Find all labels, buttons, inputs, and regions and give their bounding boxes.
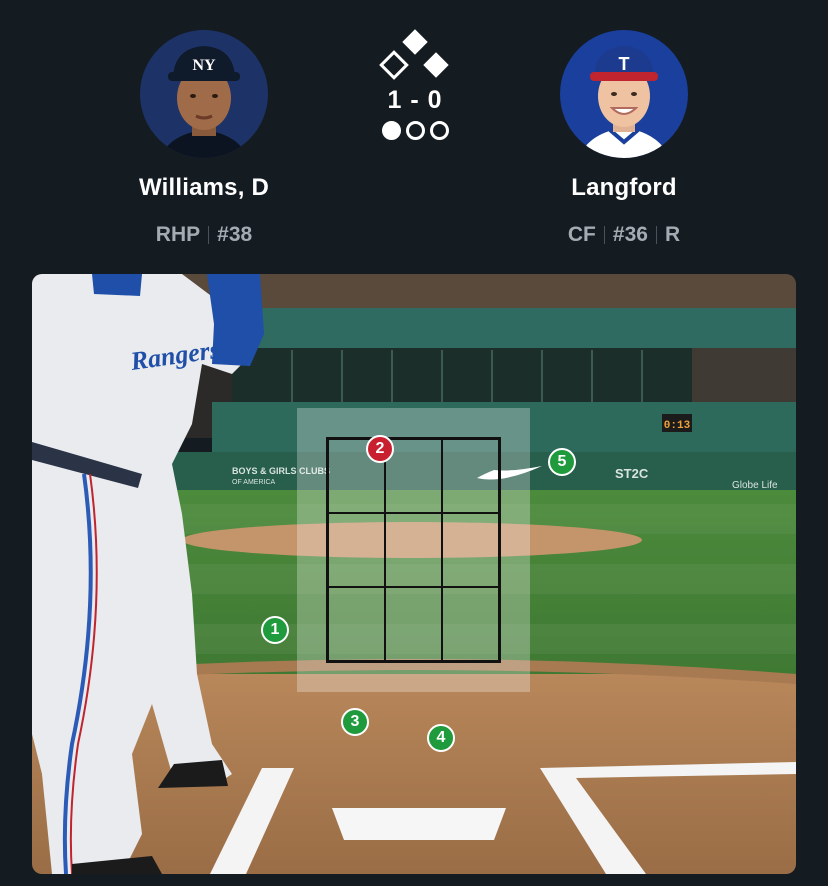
home-plate (332, 808, 506, 840)
game-state: 1 - 0 (360, 28, 470, 140)
pitch-marker-2[interactable]: 2 (366, 435, 394, 463)
pitch-marker-5[interactable]: 5 (548, 448, 576, 476)
meta-divider (603, 226, 605, 244)
batter-meta: CF #36 R (514, 223, 734, 247)
out-dot (429, 121, 449, 140)
third-base (379, 50, 409, 80)
outs-indicator (360, 121, 470, 140)
batter-card[interactable]: T Langford CF #36 R (514, 30, 734, 247)
yankees-logo: NY (192, 57, 216, 74)
batter-name: Langford (571, 174, 677, 201)
batter-position: CF (567, 223, 596, 246)
pitcher-position: RHP (155, 223, 201, 246)
zone-cell (328, 513, 385, 587)
pitcher-card[interactable]: NY Williams, D RHP #38 (94, 30, 314, 247)
svg-text:OF AMERICA: OF AMERICA (232, 479, 276, 486)
svg-text:Globe Life: Globe Life (732, 480, 778, 491)
pitcher-number: #38 (217, 223, 253, 246)
base-diamond-icon (379, 29, 449, 80)
batter-handedness: R (664, 223, 681, 246)
pitch-marker-3[interactable]: 3 (341, 708, 369, 736)
out-dot (381, 121, 401, 140)
pitch-location-view: 0:13 BOYS & GIRLS CLUBS OF AMERICA ST2C … (32, 274, 796, 874)
zone-cell (385, 587, 442, 661)
strike-zone-grid (326, 437, 501, 663)
zone-cell (385, 513, 442, 587)
zone-cell (442, 439, 499, 513)
ball-strike-count: 1 - 0 (387, 86, 443, 114)
pitch-marker-4[interactable]: 4 (427, 724, 455, 752)
meta-divider (655, 226, 657, 244)
pitch-marker-1[interactable]: 1 (261, 616, 289, 644)
pitcher-name: Williams, D (138, 174, 270, 201)
svg-text:0:13: 0:13 (664, 420, 691, 432)
zone-cell (442, 587, 499, 661)
meta-divider (208, 226, 210, 244)
batters-eye-windows (232, 348, 692, 404)
zone-cell (328, 587, 385, 661)
out-dot (405, 121, 425, 140)
pitcher-avatar: NY (140, 30, 268, 158)
second-base (402, 29, 428, 55)
batter-avatar: T (560, 30, 688, 158)
batter-number: #36 (612, 223, 648, 246)
svg-text:ST2C: ST2C (615, 466, 649, 481)
zone-cell (442, 513, 499, 587)
pitcher-meta: RHP #38 (94, 223, 314, 247)
rangers-logo: T (619, 54, 630, 74)
first-base (423, 52, 449, 78)
